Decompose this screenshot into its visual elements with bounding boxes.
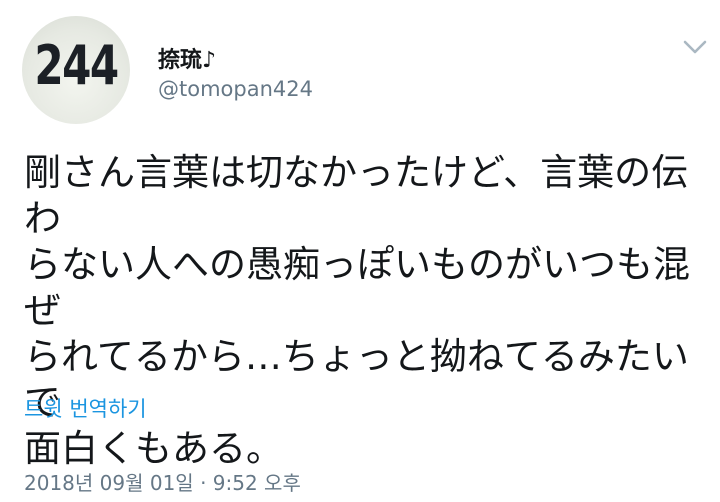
chevron-down-icon[interactable] [682,38,708,56]
tweet-timestamp[interactable]: 2018년 09월 01일 · 9:52 오후 [24,467,301,496]
avatar-number: 244 [34,34,119,97]
tweet-text: 剛さん言葉は切なかったけど、言葉の伝わ らない人への愚痴っぽいものがいつも混ぜ … [24,150,704,472]
display-name[interactable]: 捺琉♪ [158,42,216,74]
avatar[interactable]: 244 [22,16,130,124]
tweet-card: 244 捺琉♪ @tomopan424 剛さん言葉は切なかったけど、言葉の伝わ … [0,0,720,502]
tweet-text-line: らない人への愚痴っぽいものがいつも混ぜ [24,243,690,332]
translate-tweet-link[interactable]: 트윗 번역하기 [24,393,147,423]
tweet-text-line: 面白くもある。 [24,427,283,470]
tweet-text-line: 剛さん言葉は切なかったけど、言葉の伝わ [24,151,689,240]
user-handle[interactable]: @tomopan424 [158,77,313,101]
